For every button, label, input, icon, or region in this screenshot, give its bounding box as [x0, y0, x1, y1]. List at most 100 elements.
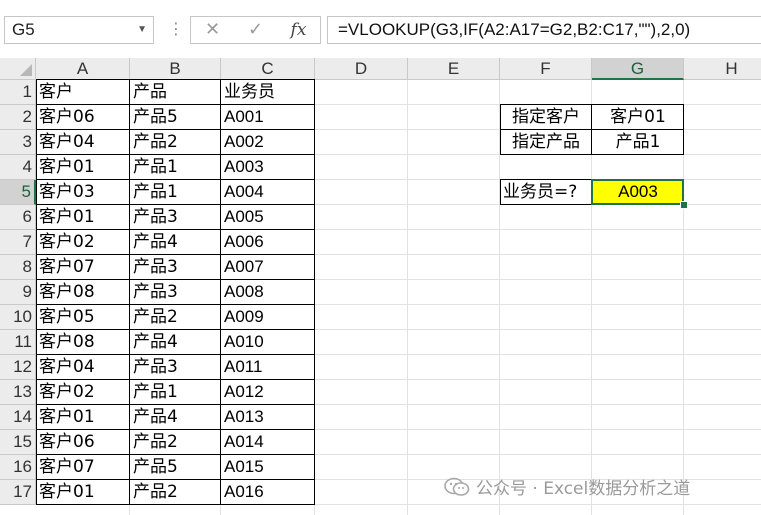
table-cell[interactable]: 产品2	[130, 480, 221, 505]
column-header-b[interactable]: B	[130, 58, 221, 80]
table-cell[interactable]: 产品3	[130, 355, 221, 380]
table-cell[interactable]: 产品4	[130, 230, 221, 255]
table-cell[interactable]: 客户08	[36, 330, 130, 355]
column-header-a[interactable]: A	[36, 58, 130, 80]
insert-function-icon[interactable]: fx	[277, 17, 320, 43]
table-cell[interactable]: 客户03	[36, 180, 130, 205]
table-cell[interactable]: A014	[221, 430, 315, 455]
row-header-6[interactable]: 6	[0, 205, 36, 230]
row-header-12[interactable]: 12	[0, 355, 36, 380]
table-cell[interactable]: A008	[221, 280, 315, 305]
table-cell[interactable]: 产品4	[130, 405, 221, 430]
table-border-line	[36, 154, 315, 155]
table-cell[interactable]: 客户01	[36, 155, 130, 180]
table-border-line	[36, 179, 315, 180]
lookup-border-line	[500, 104, 684, 105]
table-cell[interactable]: 客户05	[36, 305, 130, 330]
table-cell[interactable]: A004	[221, 180, 315, 205]
column-header-g[interactable]: G	[592, 58, 684, 80]
confirm-icon[interactable]: ✓	[234, 17, 277, 43]
table-cell[interactable]: 产品5	[130, 455, 221, 480]
column-header-c[interactable]: C	[221, 58, 315, 80]
table-cell[interactable]: A015	[221, 455, 315, 480]
row-header-3[interactable]: 3	[0, 130, 36, 155]
table-cell[interactable]: 客户07	[36, 255, 130, 280]
table-cell[interactable]: 客户06	[36, 105, 130, 130]
table-header-cell[interactable]: 业务员	[221, 80, 315, 105]
table-cell[interactable]: 产品2	[130, 130, 221, 155]
column-header-f[interactable]: F	[500, 58, 592, 80]
table-border-line	[36, 404, 315, 405]
table-border-line	[36, 79, 37, 505]
row-header-16[interactable]: 16	[0, 455, 36, 480]
chevron-down-icon[interactable]: ▼	[137, 17, 147, 43]
row-header-2[interactable]: 2	[0, 105, 36, 130]
watermark-text: 公众号 · Excel数据分析之道	[476, 479, 691, 499]
table-cell[interactable]: 产品3	[130, 205, 221, 230]
table-header-cell[interactable]: 客户	[36, 80, 130, 105]
table-cell[interactable]: A001	[221, 105, 315, 130]
table-cell[interactable]: A012	[221, 380, 315, 405]
table-cell[interactable]: 客户01	[36, 480, 130, 505]
table-cell[interactable]: A005	[221, 205, 315, 230]
table-cell[interactable]: 客户06	[36, 430, 130, 455]
table-cell[interactable]: A010	[221, 330, 315, 355]
product-label-cell[interactable]: 指定产品	[500, 130, 592, 155]
table-cell[interactable]: A002	[221, 130, 315, 155]
active-cell-outline[interactable]	[591, 179, 684, 205]
column-header-d[interactable]: D	[315, 58, 408, 80]
table-cell[interactable]: 产品1	[130, 180, 221, 205]
row-header-17[interactable]: 17	[0, 480, 36, 505]
result-label-cell[interactable]: 业务员=?	[500, 180, 592, 205]
table-cell[interactable]: 产品5	[130, 105, 221, 130]
more-options-icon[interactable]: ⋮	[168, 17, 184, 41]
table-cell[interactable]: 产品2	[130, 430, 221, 455]
row-header-4[interactable]: 4	[0, 155, 36, 180]
table-cell[interactable]: 客户02	[36, 230, 130, 255]
name-box[interactable]: G5 ▼	[4, 16, 154, 44]
table-border-line	[36, 204, 315, 205]
row-header-15[interactable]: 15	[0, 430, 36, 455]
row-header-14[interactable]: 14	[0, 405, 36, 430]
table-cell[interactable]: 客户04	[36, 355, 130, 380]
table-cell[interactable]: 客户08	[36, 280, 130, 305]
row-header-8[interactable]: 8	[0, 255, 36, 280]
lookup-border-line	[500, 104, 501, 155]
row-header-11[interactable]: 11	[0, 330, 36, 355]
table-cell[interactable]: 产品1	[130, 155, 221, 180]
table-cell[interactable]: 客户02	[36, 380, 130, 405]
column-header-e[interactable]: E	[408, 58, 500, 80]
select-all-button[interactable]	[0, 58, 36, 80]
table-cell[interactable]: A013	[221, 405, 315, 430]
table-cell[interactable]: 产品1	[130, 380, 221, 405]
table-cell[interactable]: 客户01	[36, 405, 130, 430]
table-cell[interactable]: A016	[221, 480, 315, 505]
table-cell[interactable]: 产品4	[130, 330, 221, 355]
customer-value-cell[interactable]: 客户01	[592, 105, 684, 130]
cancel-icon[interactable]: ✕	[191, 17, 234, 43]
column-header-h[interactable]: H	[684, 58, 761, 80]
table-border-line	[220, 79, 221, 505]
customer-label-cell[interactable]: 指定客户	[500, 105, 592, 130]
table-cell[interactable]: A011	[221, 355, 315, 380]
table-cell[interactable]: 客户01	[36, 205, 130, 230]
table-cell[interactable]: A009	[221, 305, 315, 330]
row-header-10[interactable]: 10	[0, 305, 36, 330]
table-header-cell[interactable]: 产品	[130, 80, 221, 105]
formula-input[interactable]: =VLOOKUP(G3,IF(A2:A17=G2,B2:C17,""),2,0)	[327, 16, 761, 44]
table-cell[interactable]: A007	[221, 255, 315, 280]
table-cell[interactable]: 客户07	[36, 455, 130, 480]
row-header-13[interactable]: 13	[0, 380, 36, 405]
product-value-cell[interactable]: 产品1	[592, 130, 684, 155]
row-header-9[interactable]: 9	[0, 280, 36, 305]
row-header-1[interactable]: 1	[0, 80, 36, 105]
table-cell[interactable]: A003	[221, 155, 315, 180]
table-cell[interactable]: 产品2	[130, 305, 221, 330]
row-header-5[interactable]: 5	[0, 180, 36, 205]
table-cell[interactable]: 客户04	[36, 130, 130, 155]
table-cell[interactable]: A006	[221, 230, 315, 255]
table-cell[interactable]: 产品3	[130, 255, 221, 280]
table-cell[interactable]: 产品3	[130, 280, 221, 305]
row-header-7[interactable]: 7	[0, 230, 36, 255]
fill-handle[interactable]	[680, 201, 688, 209]
